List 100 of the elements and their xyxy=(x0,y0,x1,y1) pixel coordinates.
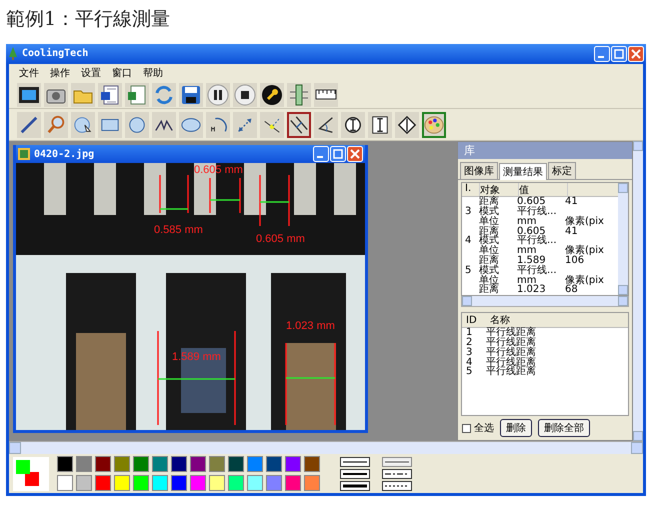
line-width-icon[interactable] xyxy=(340,456,370,466)
color-swatch[interactable] xyxy=(133,475,149,491)
current-colors[interactable] xyxy=(13,456,49,490)
color-swatch[interactable] xyxy=(190,475,206,491)
table-cell-text: 1.023 xyxy=(517,285,547,296)
refresh-icon[interactable] xyxy=(152,82,176,107)
palette-icon[interactable] xyxy=(422,112,446,138)
color-swatch[interactable] xyxy=(266,456,282,472)
minimize-button[interactable] xyxy=(594,46,610,62)
camera-icon[interactable] xyxy=(44,82,68,107)
zoom-icon[interactable] xyxy=(44,112,68,138)
delete-button[interactable]: 删除全部 xyxy=(538,419,590,437)
ruler-icon[interactable] xyxy=(314,82,338,107)
color-swatch[interactable] xyxy=(152,456,168,472)
color-swatch[interactable] xyxy=(171,475,187,491)
color-swatch[interactable] xyxy=(76,456,92,472)
color-swatch[interactable] xyxy=(152,475,168,491)
foreground-color-swatch[interactable] xyxy=(16,460,30,474)
measurement-lines xyxy=(159,174,189,214)
color-swatch[interactable] xyxy=(247,456,263,472)
rectangle-icon[interactable] xyxy=(98,112,122,138)
table-cell-text: 3 xyxy=(464,207,472,217)
list-cell: 平行线距离 xyxy=(486,348,536,358)
color-swatch[interactable] xyxy=(209,475,225,491)
close-button[interactable] xyxy=(628,46,644,62)
window-title: CoolingTech xyxy=(22,48,90,60)
table-cell-text: 距离 xyxy=(479,226,500,236)
list-cell-text: 4 xyxy=(465,358,474,368)
color-swatch[interactable] xyxy=(190,456,206,472)
menu-item[interactable]: 帮助 xyxy=(143,66,163,80)
color-swatch[interactable] xyxy=(171,456,187,472)
list-cell-text: 5 xyxy=(465,367,474,378)
table-cell-text: 41 xyxy=(565,197,579,208)
tab[interactable]: 图像库 xyxy=(460,162,498,180)
menu-item[interactable]: 操作 xyxy=(50,66,70,80)
minimize-button[interactable] xyxy=(313,146,329,162)
delete-button[interactable]: 删除 xyxy=(500,419,532,437)
list-cell: 平行线距离 xyxy=(486,367,536,378)
checkbox[interactable] xyxy=(462,424,471,432)
color-swatch[interactable] xyxy=(76,475,92,491)
table-cell-text: 1.589 xyxy=(517,256,546,266)
color-swatch[interactable] xyxy=(114,475,130,491)
color-swatch[interactable] xyxy=(228,456,244,472)
line-width-icon[interactable] xyxy=(340,480,370,490)
table-cell-text: 0.605 xyxy=(517,197,546,208)
table-cell-text: 0.605 xyxy=(517,226,546,236)
document-icon[interactable] xyxy=(98,82,122,107)
list-cell-text: 1 xyxy=(465,328,474,338)
measurement-lines xyxy=(209,177,241,214)
menu-item[interactable]: 窗口 xyxy=(112,66,132,80)
list-cell: 平行线距离 xyxy=(486,338,536,348)
list-cell-text: 2 xyxy=(465,338,474,348)
polyline-icon[interactable] xyxy=(152,112,176,138)
color-swatch[interactable] xyxy=(304,456,320,472)
background-color-swatch[interactable] xyxy=(25,472,39,486)
color-swatch[interactable] xyxy=(57,475,73,491)
spreadsheet-icon[interactable] xyxy=(125,82,149,107)
color-swatch[interactable] xyxy=(209,456,225,472)
stop-icon[interactable] xyxy=(233,82,257,107)
color-swatch[interactable] xyxy=(57,456,73,472)
circle-cursor-icon[interactable] xyxy=(71,112,95,138)
vertical-ruler-icon[interactable] xyxy=(287,82,311,107)
tab[interactable]: 标定 xyxy=(548,162,576,180)
save-icon[interactable] xyxy=(179,82,203,107)
close-button[interactable] xyxy=(347,146,363,162)
color-swatch[interactable] xyxy=(285,456,301,472)
circled-i-icon[interactable] xyxy=(341,112,365,138)
panel-title: 库 xyxy=(458,142,632,160)
film-icon[interactable] xyxy=(17,82,41,107)
arc-icon[interactable] xyxy=(206,112,230,138)
color-swatch[interactable] xyxy=(247,475,263,491)
tab[interactable]: 测量结果 xyxy=(499,163,547,180)
table-cell-text: 41 xyxy=(565,226,579,236)
pause-icon[interactable] xyxy=(206,82,230,107)
line-width-icon[interactable] xyxy=(340,468,370,478)
color-swatch[interactable] xyxy=(133,456,149,472)
wrench-icon[interactable] xyxy=(260,82,284,107)
color-swatch[interactable] xyxy=(304,475,320,491)
list-cell: 平行线距离 xyxy=(486,358,536,368)
folder-icon[interactable] xyxy=(71,82,95,107)
color-swatch[interactable] xyxy=(95,456,111,472)
color-swatch[interactable] xyxy=(95,475,111,491)
color-swatch[interactable] xyxy=(266,475,282,491)
maximize-button[interactable] xyxy=(330,146,346,162)
angle-icon[interactable] xyxy=(314,112,338,138)
menu-item[interactable]: 文件 xyxy=(19,66,39,80)
checkbox-label: 全选 xyxy=(474,422,494,435)
color-swatch[interactable] xyxy=(114,456,130,472)
table-cell-text: 像素(pix xyxy=(565,246,605,256)
column-header: ID xyxy=(465,314,478,326)
maximize-button[interactable] xyxy=(611,46,627,62)
scroll-down-button[interactable] xyxy=(618,285,628,296)
color-swatch[interactable] xyxy=(228,475,244,491)
list-cell-text: 3 xyxy=(465,348,474,358)
menu-item[interactable]: 设置 xyxy=(81,66,101,80)
boxed-i-icon[interactable] xyxy=(368,112,392,138)
table-cell-text: 5 xyxy=(464,266,472,276)
parallel-lines-icon[interactable] xyxy=(287,112,311,138)
measurement-label: 0.585 mm xyxy=(154,224,203,236)
color-swatch[interactable] xyxy=(285,475,301,491)
